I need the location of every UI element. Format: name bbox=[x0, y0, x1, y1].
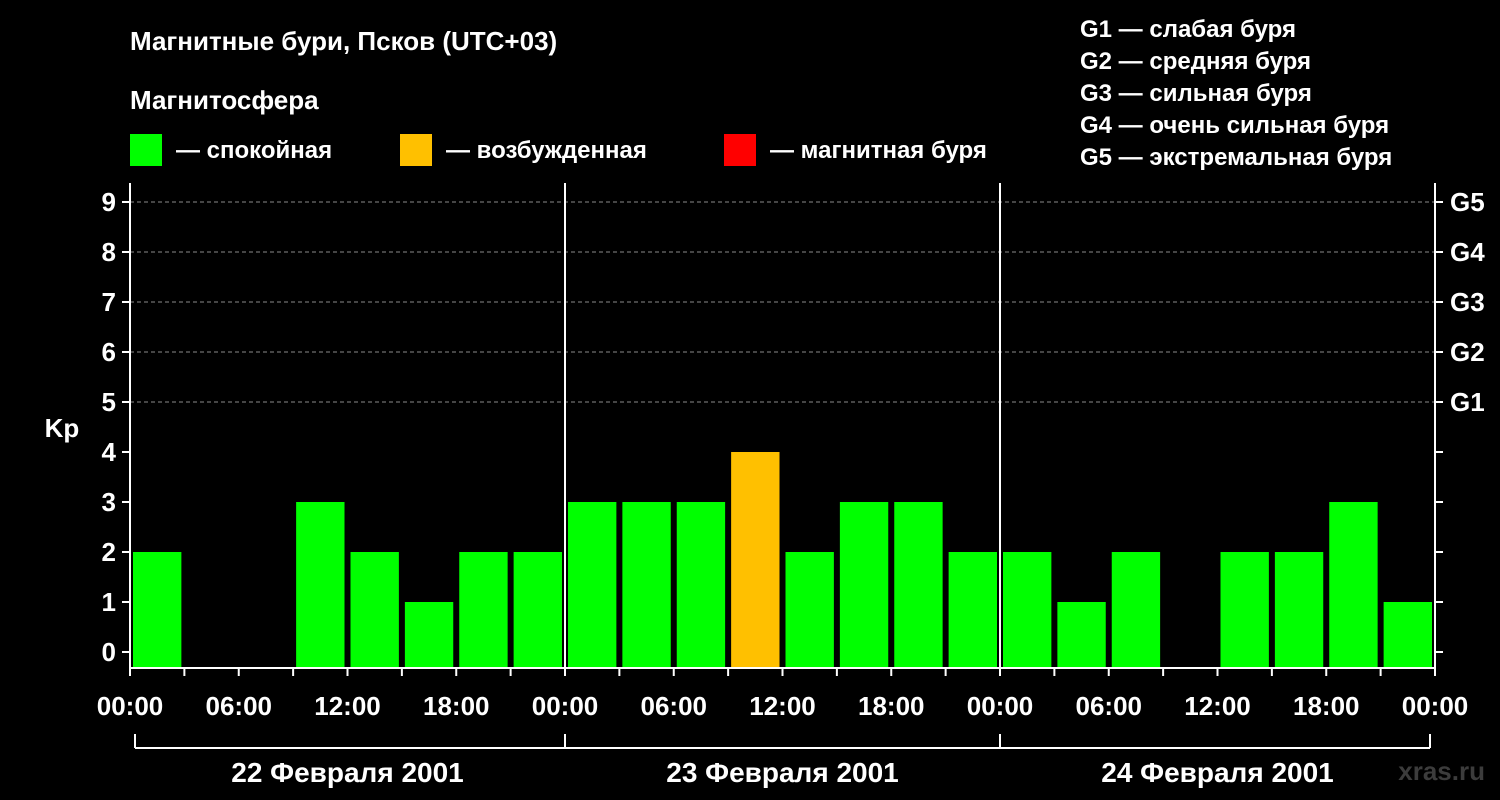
bar bbox=[459, 552, 508, 668]
y-tick-label: 3 bbox=[102, 487, 116, 517]
bar bbox=[622, 502, 671, 668]
bar bbox=[296, 502, 345, 668]
x-tick-label: 12:00 bbox=[1184, 691, 1251, 721]
storm-scale-g5: G5 — экстремальная буря bbox=[1080, 144, 1392, 171]
y-tick-label: 0 bbox=[102, 637, 116, 667]
storm-scale-g1: G1 — слабая буря bbox=[1080, 16, 1296, 43]
storm-level-label-g3: G3 bbox=[1450, 287, 1485, 317]
x-tick-label: 12:00 bbox=[314, 691, 381, 721]
legend-label-quiet: — спокойная bbox=[176, 137, 332, 164]
kp-chart: Магнитные бури, Псков (UTC+03) Магнитосф… bbox=[0, 0, 1500, 800]
y-tick-label: 6 bbox=[102, 337, 116, 367]
bar bbox=[1111, 552, 1161, 668]
legend-label-storm: — магнитная буря bbox=[770, 137, 987, 164]
x-tick-label: 00:00 bbox=[97, 691, 164, 721]
storm-level-label-g5: G5 bbox=[1450, 187, 1485, 217]
y-tick-label: 4 bbox=[102, 437, 117, 467]
x-tick-label: 06:00 bbox=[641, 691, 708, 721]
y-tick-label: 1 bbox=[102, 587, 116, 617]
bar bbox=[948, 552, 997, 668]
watermark: xras.ru bbox=[1398, 756, 1485, 786]
x-tick-label: 00:00 bbox=[967, 691, 1034, 721]
bar bbox=[350, 552, 399, 668]
y-axis-label: Kp bbox=[45, 413, 80, 443]
bar bbox=[785, 552, 834, 668]
y-tick-label: 8 bbox=[102, 237, 116, 267]
bar bbox=[1274, 552, 1324, 668]
chart-title: Магнитные бури, Псков (UTC+03) bbox=[130, 26, 557, 56]
bar bbox=[894, 502, 943, 668]
legend-swatch-quiet bbox=[130, 134, 162, 166]
storm-scale-g2: G2 — средняя буря bbox=[1080, 48, 1311, 75]
bar bbox=[731, 452, 780, 668]
magnetosphere-legend-title: Магнитосфера bbox=[130, 85, 319, 115]
legend-label-active: — возбужденная bbox=[446, 137, 647, 164]
y-tick-label: 5 bbox=[102, 387, 116, 417]
x-tick-label: 00:00 bbox=[532, 691, 599, 721]
y-tick-label: 9 bbox=[102, 187, 116, 217]
bar bbox=[1329, 502, 1378, 668]
storm-level-label-g4: G4 bbox=[1450, 237, 1485, 267]
bar bbox=[513, 552, 562, 668]
storm-scale-g4: G4 — очень сильная буря bbox=[1080, 112, 1389, 139]
x-tick-label: 00:00 bbox=[1402, 691, 1469, 721]
storm-scale-g3: G3 — сильная буря bbox=[1080, 80, 1312, 107]
bar bbox=[1383, 602, 1432, 668]
y-tick-label: 7 bbox=[102, 287, 116, 317]
x-tick-label: 18:00 bbox=[858, 691, 925, 721]
date-label: 23 Февраля 2001 bbox=[666, 757, 898, 788]
bar bbox=[676, 502, 726, 668]
x-tick-label: 12:00 bbox=[749, 691, 816, 721]
bar bbox=[133, 552, 182, 668]
bar bbox=[839, 502, 889, 668]
x-tick-label: 18:00 bbox=[423, 691, 490, 721]
bar bbox=[1220, 552, 1269, 668]
magnetosphere-legend: — спокойная — возбужденная — магнитная б… bbox=[130, 134, 987, 166]
bar bbox=[568, 502, 617, 668]
x-tick-label: 18:00 bbox=[1293, 691, 1360, 721]
x-tick-label: 06:00 bbox=[1076, 691, 1143, 721]
storm-level-label-g2: G2 bbox=[1450, 337, 1485, 367]
bar bbox=[404, 602, 454, 668]
bar bbox=[1003, 552, 1052, 668]
bar bbox=[1057, 602, 1106, 668]
storm-level-label-g1: G1 bbox=[1450, 387, 1485, 417]
date-label: 24 Февраля 2001 bbox=[1101, 757, 1333, 788]
legend-swatch-storm bbox=[724, 134, 756, 166]
legend-swatch-active bbox=[400, 134, 432, 166]
y-tick-label: 2 bbox=[102, 537, 116, 567]
x-tick-label: 06:00 bbox=[206, 691, 273, 721]
date-label: 22 Февраля 2001 bbox=[231, 757, 463, 788]
